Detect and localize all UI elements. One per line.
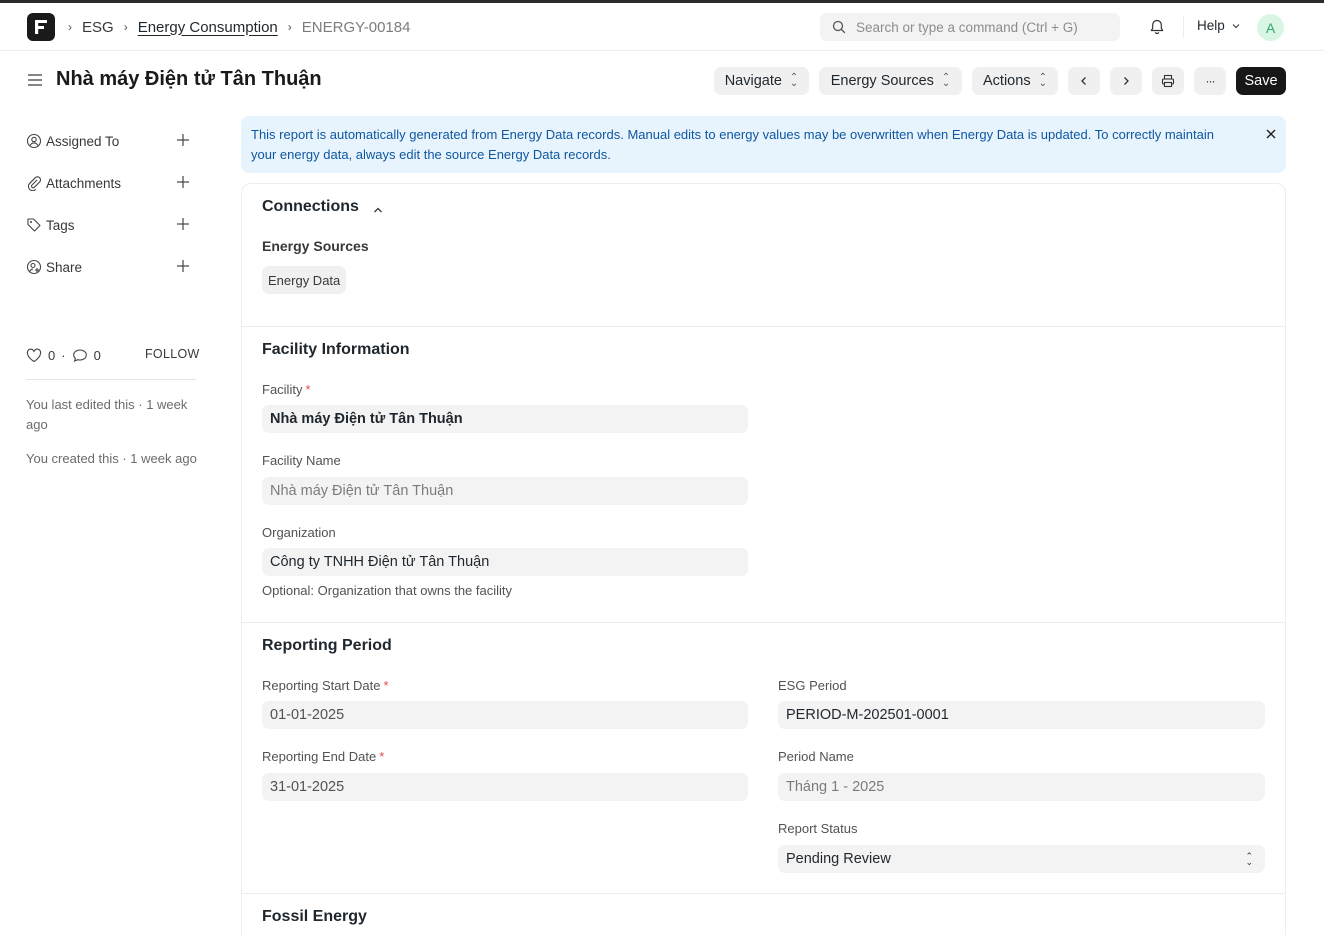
previous-record-button[interactable] xyxy=(1068,67,1100,95)
navigate-button[interactable]: Navigate ⌃ ⌄ xyxy=(714,67,809,95)
chevron-right-icon: › xyxy=(287,20,292,34)
facility-section-heading: Facility Information xyxy=(262,341,410,358)
section-divider xyxy=(241,622,1286,623)
app-logo[interactable] xyxy=(27,13,55,41)
sidebar-item-label: Tags xyxy=(46,217,75,233)
sidebar-item-assigned-to[interactable]: Assigned To xyxy=(26,131,196,151)
fossil-section-heading: Fossil Energy xyxy=(262,908,367,925)
share-icon xyxy=(26,259,42,275)
help-label: Help xyxy=(1197,18,1225,33)
more-options-icon: ··· xyxy=(1205,74,1216,88)
required-asterisk: * xyxy=(305,382,311,397)
paperclip-icon xyxy=(27,176,42,191)
sidebar-item-tags[interactable]: Tags xyxy=(26,215,196,235)
reporting-section-heading: Reporting Period xyxy=(262,637,392,654)
comment-icon[interactable] xyxy=(72,348,88,363)
start-date-field[interactable]: 01-01-2025 xyxy=(262,701,748,729)
breadcrumb: › ESG › Energy Consumption › ENERGY-0018… xyxy=(68,3,410,51)
required-asterisk: * xyxy=(383,678,389,693)
comments-count: 0 xyxy=(93,347,101,363)
printer-icon xyxy=(1161,74,1175,88)
chevron-right-icon: › xyxy=(68,20,72,34)
print-button[interactable] xyxy=(1152,67,1184,95)
user-avatar[interactable]: A xyxy=(1257,14,1284,41)
period-name-field[interactable]: Tháng 1 - 2025 xyxy=(778,773,1265,801)
facility-field[interactable]: Nhà máy Điện tử Tân Thuận xyxy=(262,405,748,433)
facility-label: Facility * xyxy=(262,382,311,397)
energy-data-link[interactable]: Energy Data xyxy=(262,266,347,294)
report-status-select[interactable]: Pending Review ⌃ ⌄ xyxy=(778,845,1265,873)
organization-hint: Optional: Organization that owns the fac… xyxy=(262,583,513,598)
connections-heading[interactable]: Connections xyxy=(262,198,359,216)
sidebar-toggle-icon[interactable] xyxy=(27,72,43,88)
frappe-logo-icon xyxy=(35,20,47,34)
add-icon[interactable] xyxy=(176,133,190,147)
breadcrumb-current-record[interactable]: ENERGY-00184 xyxy=(302,19,411,36)
navbar-divider xyxy=(1183,16,1184,38)
updown-icon: ⌃ ⌄ xyxy=(1038,72,1047,89)
next-record-button[interactable] xyxy=(1110,67,1142,95)
chevron-up-icon[interactable] xyxy=(372,204,384,216)
period-name-label: Period Name xyxy=(778,749,854,764)
sidebar-item-share[interactable]: Share xyxy=(26,257,196,277)
breadcrumb-esg[interactable]: ESG xyxy=(82,19,114,36)
tag-icon xyxy=(27,218,41,232)
sidebar-item-label: Assigned To xyxy=(46,133,120,149)
esg-period-label: ESG Period xyxy=(778,678,847,693)
energy-sources-button[interactable]: Energy Sources ⌃ ⌄ xyxy=(819,67,962,95)
sidebar-divider xyxy=(26,379,196,380)
organization-label: Organization xyxy=(262,525,336,540)
search-bar[interactable]: Search or type a command (Ctrl + G) xyxy=(820,13,1120,41)
facility-name-label: Facility Name xyxy=(262,453,341,468)
add-icon[interactable] xyxy=(176,259,190,273)
report-status-label: Report Status xyxy=(778,821,858,836)
chevron-right-icon: › xyxy=(123,20,128,34)
alert-text: This report is automatically generated f… xyxy=(251,127,1214,162)
notification-bell-icon[interactable] xyxy=(1148,18,1166,36)
add-icon[interactable] xyxy=(176,217,190,231)
sidebar-item-label: Share xyxy=(46,259,83,275)
section-divider xyxy=(241,326,1286,327)
start-date-label: Reporting Start Date * xyxy=(262,678,389,693)
follow-button[interactable]: FOLLOW xyxy=(145,347,200,361)
chevron-down-icon xyxy=(1232,23,1240,28)
navigate-label: Navigate xyxy=(724,73,782,89)
search-placeholder: Search or type a command (Ctrl + G) xyxy=(856,19,1078,35)
add-icon[interactable] xyxy=(176,175,190,189)
sidebar-item-label: Attachments xyxy=(46,175,122,191)
info-alert: This report is automatically generated f… xyxy=(241,116,1286,173)
sidebar-item-attachments[interactable]: Attachments xyxy=(26,173,196,193)
energy-sources-group-label: Energy Sources xyxy=(262,238,369,254)
help-dropdown[interactable]: Help xyxy=(1197,18,1241,33)
more-options-button[interactable]: ··· xyxy=(1194,67,1226,95)
likes-count: 0 xyxy=(48,347,56,363)
save-button[interactable]: Save xyxy=(1236,67,1286,95)
updown-icon: ⌃ ⌄ xyxy=(941,72,951,89)
end-date-label: Reporting End Date * xyxy=(262,749,385,764)
assign-icon xyxy=(26,133,42,149)
required-asterisk: * xyxy=(379,749,385,764)
created-note: You created this · 1 week ago xyxy=(26,451,197,466)
end-date-field[interactable]: 31-01-2025 xyxy=(262,773,748,801)
close-icon[interactable] xyxy=(1264,127,1278,141)
last-edited-note: You last edited this · 1 week ago xyxy=(26,397,188,432)
chevron-left-icon xyxy=(1081,77,1086,85)
navbar: › ESG › Energy Consumption › ENERGY-0018… xyxy=(0,3,1324,51)
organization-field[interactable]: Công ty TNHH Điện tử Tân Thuận xyxy=(262,548,748,576)
heart-icon[interactable] xyxy=(26,348,42,363)
chevron-right-icon xyxy=(1124,77,1129,85)
facility-name-field[interactable]: Nhà máy Điện tử Tân Thuận xyxy=(262,477,748,505)
updown-icon: ⌃ ⌄ xyxy=(789,72,799,89)
section-divider xyxy=(241,893,1286,894)
esg-period-field[interactable]: PERIOD-M-202501-0001 xyxy=(778,701,1265,729)
search-icon xyxy=(832,20,846,34)
updown-icon: ⌃ ⌄ xyxy=(1245,851,1253,868)
page-title: Nhà máy Điện tử Tân Thuận xyxy=(56,68,322,90)
report-status-value: Pending Review xyxy=(786,851,891,867)
energy-sources-label: Energy Sources xyxy=(830,73,934,89)
actions-button[interactable]: Actions ⌃ ⌄ xyxy=(972,67,1058,95)
breadcrumb-energy-consumption[interactable]: Energy Consumption xyxy=(138,19,278,36)
actions-label: Actions xyxy=(983,73,1031,89)
separator-dot: · xyxy=(61,347,66,363)
